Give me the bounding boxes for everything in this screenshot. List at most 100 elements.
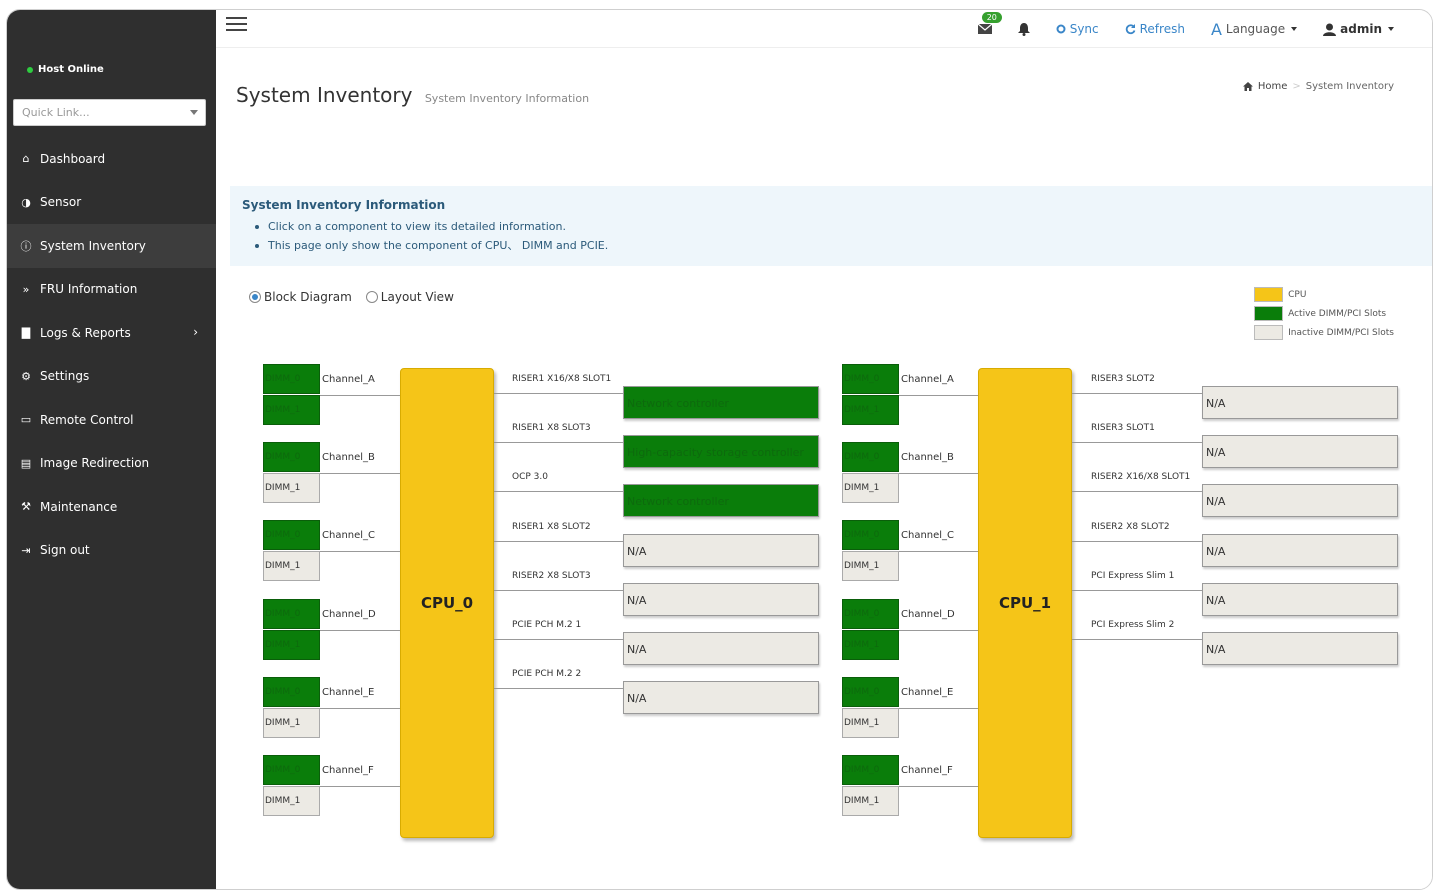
pcie-slot-label: PCI Express Slim 2 (1091, 620, 1175, 630)
user-menu[interactable]: admin (1323, 22, 1394, 36)
sidebar-item-label: System Inventory (40, 238, 146, 253)
dimm-slot[interactable]: DIMM_0 (263, 442, 320, 473)
top-bar: 20 Sync Refresh A Language admin (216, 10, 1432, 48)
channel-connector (899, 551, 978, 553)
double-chevron-icon: » (22, 282, 30, 296)
notification-count-badge: 20 (981, 12, 1002, 23)
sidebar-item-label: Sensor (40, 195, 82, 210)
dimm-slot[interactable]: DIMM_0 (263, 364, 320, 394)
sidebar: Host Online Quick Link... ⌂ Dashboard ◑ Sen… (7, 10, 216, 889)
quick-link-select[interactable]: Quick Link... (13, 99, 206, 126)
drive-icon: ▤ (20, 456, 32, 470)
sidebar-item-system-inventory[interactable]: ⓘ System Inventory (7, 224, 216, 268)
pcie-connector (1072, 589, 1202, 591)
sidebar-item-fru-information[interactable]: » FRU Information (7, 268, 216, 312)
sidebar-item-sensor[interactable]: ◑ Sensor (7, 181, 216, 225)
dimm-slot[interactable]: DIMM_0 (263, 676, 320, 707)
refresh-icon (1125, 23, 1135, 34)
pcie-slot-label: RISER2 X16/X8 SLOT1 (1091, 472, 1191, 483)
dimm-slot[interactable]: DIMM_1 (842, 551, 899, 582)
dimm-slot[interactable]: DIMM_1 (263, 473, 320, 504)
language-label: Language (1225, 22, 1286, 36)
dimm-slot[interactable]: DIMM_1 (263, 786, 320, 816)
channel-label: Channel_D (901, 608, 955, 620)
cpu-1[interactable]: CPU_1 (978, 368, 1072, 838)
dimm-slot[interactable]: DIMM_1 (842, 786, 899, 816)
dimm-slot[interactable]: DIMM_0 (842, 676, 899, 707)
pcie-connector (494, 589, 623, 591)
pcie-slot-label: PCIE PCH M.2 2 (512, 669, 582, 680)
sidebar-item-remote-control[interactable]: ▭ Remote Control (7, 398, 216, 442)
user-icon (1323, 23, 1337, 36)
dimm-slot[interactable]: DIMM_0 (842, 598, 899, 629)
pcie-connector (494, 688, 623, 690)
pcie-slot[interactable]: N/A (1202, 533, 1398, 567)
cpu-0[interactable]: CPU_0 (400, 368, 494, 838)
dimm-slot[interactable]: DIMM_1 (842, 629, 899, 660)
pcie-slot-label: OCP 3.0 (512, 472, 548, 483)
notifications-button[interactable]: 20 (977, 12, 1002, 35)
alerts-button[interactable] (1017, 22, 1030, 36)
pcie-connector (1072, 540, 1202, 542)
sidebar-item-logs-reports[interactable]: ▇ Logs & Reports › (7, 311, 216, 355)
dimm-slot[interactable]: DIMM_1 (842, 473, 899, 504)
dimm-slot[interactable]: DIMM_0 (263, 598, 320, 629)
pcie-slot-label: RISER2 X8 SLOT3 (512, 570, 591, 581)
dimm-slot[interactable]: DIMM_0 (842, 442, 899, 473)
pcie-slot[interactable]: N/A (1202, 435, 1398, 469)
pcie-slot-label: RISER1 X8 SLOT3 (512, 423, 591, 434)
dimm-slot[interactable]: DIMM_0 (263, 755, 320, 785)
pcie-slot-label: RISER2 X8 SLOT2 (1091, 521, 1170, 532)
channel-label: Channel_E (322, 686, 375, 698)
bar-chart-icon: ▇ (21, 326, 31, 340)
pcie-slot[interactable]: High-capacity storage controller (623, 435, 819, 469)
sidebar-item-label: Dashboard (40, 151, 106, 166)
chevron-down-icon (190, 110, 198, 115)
envelope-icon (977, 23, 992, 34)
sidebar-item-label: Image Redirection (40, 456, 150, 471)
sidebar-item-maintenance[interactable]: ⚒ Maintenance (7, 485, 216, 529)
dimm-slot[interactable]: DIMM_1 (842, 707, 899, 738)
main-content: System Inventory System Inventory Inform… (216, 48, 1432, 889)
sync-icon (1056, 24, 1066, 34)
pcie-slot[interactable]: Network controller (623, 386, 819, 419)
menu-toggle-icon[interactable] (226, 17, 247, 35)
pcie-slot[interactable]: N/A (1202, 632, 1398, 665)
sidebar-item-image-redirection[interactable]: ▤ Image Redirection (7, 442, 216, 486)
app-window: Host Online Quick Link... ⌂ Dashboard ◑ Sen… (6, 9, 1433, 890)
dimm-slot[interactable]: DIMM_1 (263, 551, 320, 582)
sidebar-item-label: Maintenance (40, 499, 118, 514)
home-icon: ⌂ (22, 152, 30, 166)
channel-connector (320, 707, 400, 709)
pcie-connector (1072, 491, 1202, 493)
dimm-slot[interactable]: DIMM_0 (842, 520, 899, 551)
dimm-slot[interactable]: DIMM_1 (263, 395, 320, 425)
channel-label: Channel_F (322, 765, 374, 776)
pcie-slot[interactable]: N/A (623, 582, 819, 616)
refresh-button[interactable]: Refresh (1125, 22, 1185, 36)
dimm-slot[interactable]: DIMM_0 (263, 520, 320, 551)
dimm-slot[interactable]: DIMM_1 (842, 395, 899, 425)
channel-label: Channel_B (322, 452, 375, 464)
sync-button[interactable]: Sync (1056, 22, 1099, 36)
sidebar-item-settings[interactable]: ⚙ Settings (7, 355, 216, 399)
host-status-label: Host Online (38, 64, 104, 75)
pcie-slot[interactable]: N/A (1202, 484, 1398, 518)
channel-label: Channel_C (322, 530, 376, 542)
wrench-icon: ⚒ (21, 500, 31, 514)
pcie-slot[interactable]: N/A (1202, 386, 1398, 419)
quick-link-placeholder: Quick Link... (22, 106, 90, 119)
dimm-slot[interactable]: DIMM_0 (842, 755, 899, 785)
dimm-slot[interactable]: DIMM_1 (263, 707, 320, 738)
language-dropdown[interactable]: A Language (1211, 20, 1298, 39)
pcie-slot[interactable]: N/A (623, 533, 819, 567)
pcie-slot[interactable]: N/A (623, 681, 819, 715)
sidebar-item-dashboard[interactable]: ⌂ Dashboard (7, 137, 216, 181)
pcie-slot[interactable]: N/A (623, 632, 819, 665)
sidebar-item-sign-out[interactable]: ⇥ Sign out (7, 529, 216, 573)
pcie-slot[interactable]: N/A (1202, 582, 1398, 616)
sidebar-item-label: Settings (40, 369, 90, 384)
dimm-slot[interactable]: DIMM_0 (842, 364, 899, 394)
pcie-slot[interactable]: Network controller (623, 484, 819, 518)
dimm-slot[interactable]: DIMM_1 (263, 629, 320, 660)
